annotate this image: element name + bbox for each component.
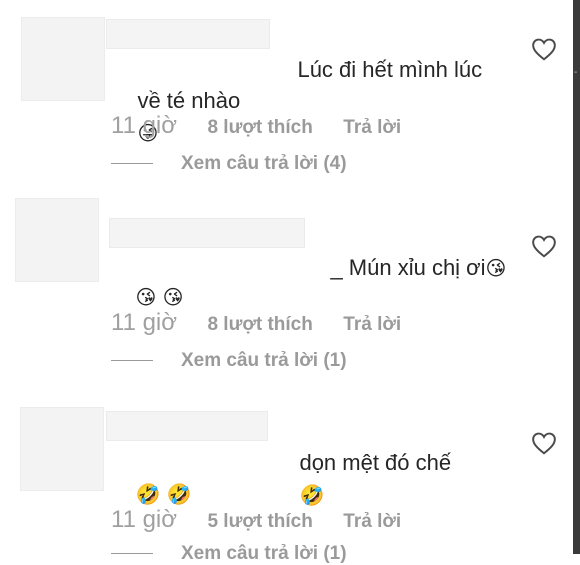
view-replies-button[interactable]: Xem câu trả lời (4) xyxy=(111,153,347,175)
likes-count[interactable]: 5 lượt thích xyxy=(207,511,312,532)
comment-text: _ Mún xỉu chị ơi😘 xyxy=(306,220,506,316)
reply-button[interactable]: Trả lời xyxy=(343,117,401,138)
window-edge: - xyxy=(573,0,580,554)
likes-count[interactable]: 8 lượt thích xyxy=(207,314,312,335)
reply-button[interactable]: Trả lời xyxy=(343,511,401,532)
view-replies-button[interactable]: Xem câu trả lời (1) xyxy=(111,350,347,372)
emoji-icon: 😘 😘 xyxy=(135,285,184,309)
view-replies-button[interactable]: Xem câu trả lời (1) xyxy=(111,543,347,565)
divider-line xyxy=(111,360,153,362)
comment-meta: 11 giờ 8 lượt thích Trả lời xyxy=(111,309,401,337)
heart-outline-icon[interactable] xyxy=(531,37,557,61)
comment-text: Lúc đi hết mình lúc xyxy=(273,22,482,118)
comment-meta: 11 giờ 8 lượt thích Trả lời xyxy=(111,112,401,140)
view-replies-label: Xem câu trả lời (1) xyxy=(181,350,347,371)
comment-text-line1: _ Mún xỉu chị ơi xyxy=(330,255,486,280)
username-redacted[interactable] xyxy=(109,218,305,248)
heart-outline-icon[interactable] xyxy=(531,234,557,258)
avatar[interactable] xyxy=(21,17,105,101)
heart-outline-icon[interactable] xyxy=(531,431,557,455)
avatar[interactable] xyxy=(15,198,99,282)
comment-item: _ Mún xỉu chị ơi😘 😘 😘 11 giờ 8 lượt thíc… xyxy=(0,196,573,386)
comment-time: 11 giờ xyxy=(111,309,177,336)
divider-line xyxy=(111,163,153,165)
comment-time: 11 giờ xyxy=(111,112,177,139)
comment-time: 11 giờ xyxy=(111,506,177,533)
comment-text-line1: Lúc đi hết mình lúc xyxy=(297,57,483,82)
comment-item: Lúc đi hết mình lúc về té nhào 😜 11 giờ … xyxy=(0,0,573,190)
emoji-icon: 🤣 🤣 xyxy=(135,482,192,506)
comment-text-line2: về té nhào xyxy=(137,88,241,113)
comment-meta: 11 giờ 5 lượt thích Trả lời xyxy=(111,506,401,534)
view-replies-label: Xem câu trả lời (4) xyxy=(181,153,347,174)
username-redacted[interactable] xyxy=(106,411,268,441)
reply-button[interactable]: Trả lời xyxy=(343,314,401,335)
emoji-icon: 😘 xyxy=(485,256,507,280)
comment-text-line1: dọn mệt đó chế xyxy=(299,450,452,475)
comment-item: dọn mệt đó chế 🤣 🤣 🤣 11 giờ 5 lượt thích… xyxy=(0,393,573,564)
emoji-icon: 🤣 xyxy=(299,483,325,507)
avatar[interactable] xyxy=(20,407,104,491)
username-redacted[interactable] xyxy=(106,19,270,49)
likes-count[interactable]: 8 lượt thích xyxy=(207,117,312,138)
